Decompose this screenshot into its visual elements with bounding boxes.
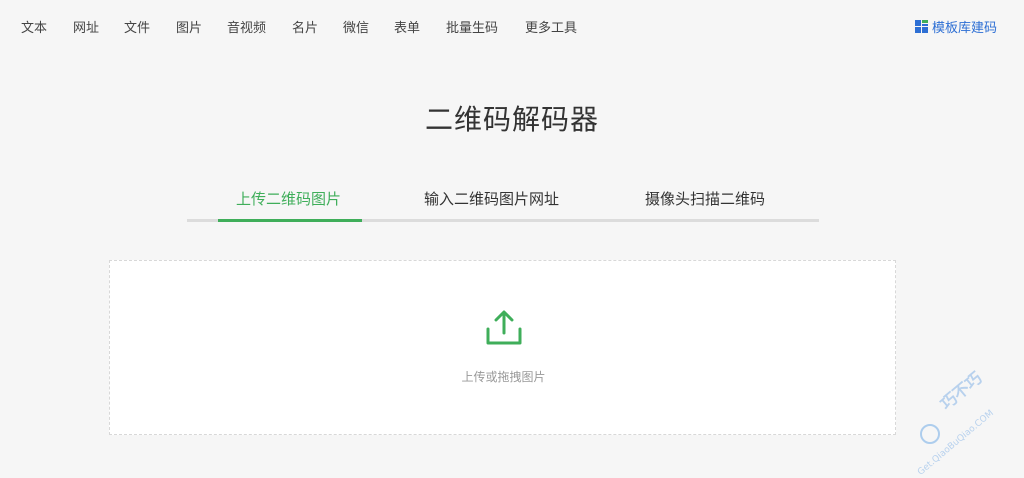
watermark-logo-icon xyxy=(920,424,940,444)
nav-item-wechat[interactable]: 微信 xyxy=(343,17,369,36)
nav-item-url[interactable]: 网址 xyxy=(73,17,99,36)
template-library-label: 模板库建码 xyxy=(931,21,997,36)
upload-icon xyxy=(486,310,522,345)
nav-item-image[interactable]: 图片 xyxy=(176,17,202,36)
tab-image-url[interactable]: 输入二维码图片网址 xyxy=(424,188,559,209)
template-library-link[interactable]: 模板库建码 xyxy=(914,17,997,36)
watermark: 巧不巧 Get.QiaoBuQiao.COM xyxy=(908,368,1018,477)
page-title: 二维码解码器 xyxy=(424,103,599,136)
nav-item-file[interactable]: 文件 xyxy=(124,17,150,36)
upload-hint-text: 上传或拖拽图片 xyxy=(461,370,546,384)
active-tab-indicator xyxy=(218,219,362,222)
nav-item-form[interactable]: 表单 xyxy=(394,17,420,36)
nav-item-batch[interactable]: 批量生码 xyxy=(446,17,498,36)
tab-upload-image[interactable]: 上传二维码图片 xyxy=(236,188,341,209)
top-navigation: 文本 网址 文件 图片 音视频 名片 微信 表单 批量生码 更多工具 模板库建码 xyxy=(0,0,1024,50)
tab-camera-scan[interactable]: 摄像头扫描二维码 xyxy=(645,188,765,209)
watermark-main-text: 巧不巧 xyxy=(936,368,986,414)
nav-item-text[interactable]: 文本 xyxy=(21,17,47,36)
nav-item-more-tools[interactable]: 更多工具 xyxy=(525,17,577,36)
tab-bar: 上传二维码图片 输入二维码图片网址 摄像头扫描二维码 xyxy=(187,178,819,222)
template-grid-icon xyxy=(914,20,928,33)
upload-dropzone[interactable]: 上传或拖拽图片 xyxy=(109,260,896,435)
nav-item-business-card[interactable]: 名片 xyxy=(292,17,318,36)
nav-item-audio-video[interactable]: 音视频 xyxy=(227,17,266,36)
